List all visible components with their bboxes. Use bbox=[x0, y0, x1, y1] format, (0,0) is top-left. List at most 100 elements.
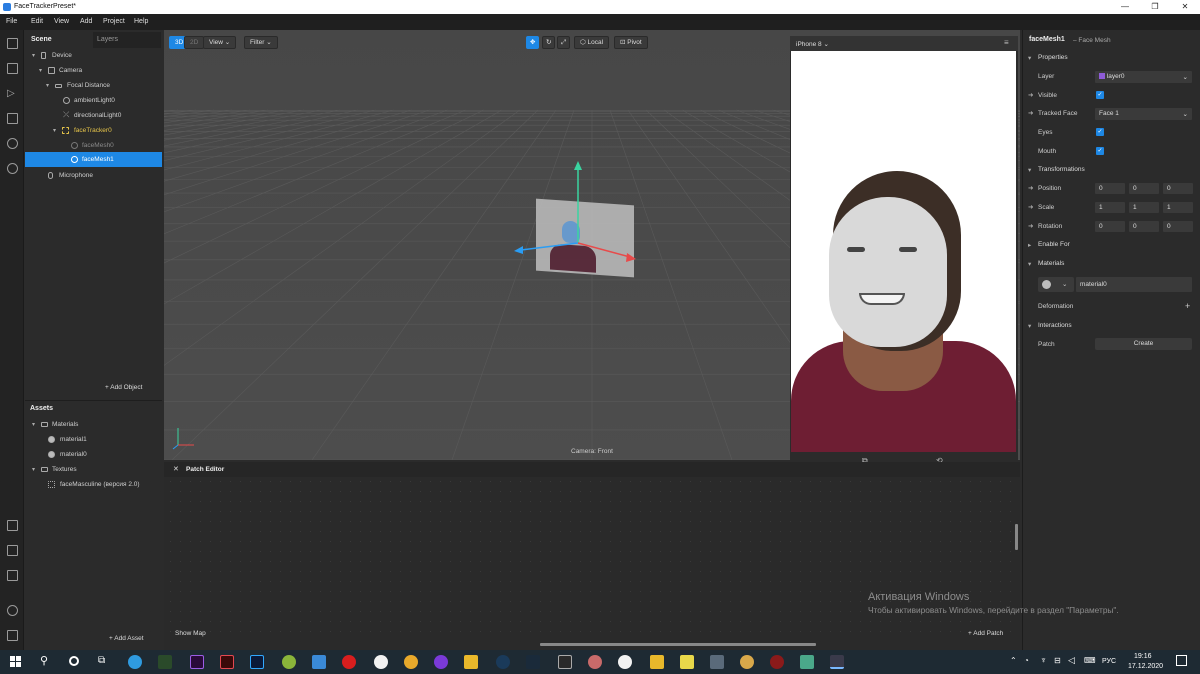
scale-z-input[interactable]: 1 bbox=[1163, 202, 1193, 213]
expand-arrow-icon[interactable]: ▾ bbox=[32, 52, 35, 59]
add-object-button[interactable]: + Add Object bbox=[105, 384, 142, 391]
tree-item-face-mesh1[interactable]: faceMesh1 bbox=[25, 152, 162, 167]
tree-item-device[interactable]: ▾ Device bbox=[25, 48, 162, 63]
sticky-notes-icon[interactable] bbox=[680, 655, 694, 669]
rotation-x-input[interactable]: 0 bbox=[1095, 221, 1125, 232]
tab-layers[interactable]: Layers bbox=[93, 32, 161, 48]
ps-icon[interactable] bbox=[526, 655, 540, 669]
language-indicator[interactable]: РУС bbox=[1102, 658, 1116, 665]
expand-arrow-icon[interactable]: ▾ bbox=[39, 67, 42, 74]
visible-checkbox[interactable]: ✓ bbox=[1096, 91, 1104, 99]
preview-screen[interactable] bbox=[791, 51, 1016, 452]
language-switch-icon[interactable]: ⌨ bbox=[1084, 656, 1096, 665]
origin-icon[interactable] bbox=[588, 655, 602, 669]
menu-view[interactable]: View bbox=[54, 18, 69, 25]
expand-arrow-icon[interactable]: ▾ bbox=[46, 82, 49, 89]
tree-item-directional-light[interactable]: ⤫ directionalLight0 bbox=[25, 108, 162, 123]
transformations-section[interactable]: ▾ Transformations bbox=[1023, 161, 1200, 178]
settings-icon[interactable] bbox=[7, 605, 18, 616]
play-icon[interactable]: ▷ bbox=[7, 88, 18, 99]
steam-icon[interactable] bbox=[496, 655, 510, 669]
expand-arrow-icon[interactable]: ▾ bbox=[32, 421, 35, 428]
tracked-face-dropdown[interactable]: Face 1 ⌄ bbox=[1095, 108, 1192, 120]
export-icon[interactable] bbox=[7, 570, 18, 581]
asset-material1[interactable]: material1 bbox=[25, 432, 162, 447]
rotation-y-input[interactable]: 0 bbox=[1129, 221, 1159, 232]
horizontal-scrollbar[interactable] bbox=[540, 643, 816, 646]
tree-item-face-tracker[interactable]: ▾ faceTracker0 bbox=[25, 123, 162, 138]
expand-arrow-icon[interactable]: ▾ bbox=[53, 127, 56, 134]
calculator-icon[interactable] bbox=[710, 655, 724, 669]
add-deformation-icon[interactable]: + bbox=[1185, 301, 1190, 311]
menu-edit[interactable]: Edit bbox=[31, 18, 43, 25]
add-patch-button[interactable]: + Add Patch bbox=[968, 630, 1003, 637]
sign-in-icon[interactable] bbox=[7, 545, 18, 556]
layout-icon[interactable] bbox=[7, 38, 18, 49]
patch-editor[interactable]: ✕ Patch Editor Show Map + Add Patch bbox=[164, 462, 1020, 650]
tennis-ball-icon[interactable] bbox=[282, 655, 296, 669]
materials-section[interactable]: ▾ Materials bbox=[1023, 255, 1200, 272]
clock-time[interactable]: 19:16 bbox=[1134, 653, 1152, 660]
keyframe-icon[interactable]: ➜ bbox=[1028, 109, 1033, 117]
animate-icon[interactable] bbox=[220, 655, 234, 669]
mouth-checkbox[interactable]: ✓ bbox=[1096, 147, 1104, 155]
expand-arrow-icon[interactable]: ▾ bbox=[32, 466, 35, 473]
tree-item-camera[interactable]: ▾ Camera bbox=[25, 63, 162, 78]
chevron-up-icon[interactable]: ⌃ bbox=[1010, 656, 1017, 665]
tree-item-microphone[interactable]: Microphone bbox=[25, 168, 162, 183]
epic-games-icon[interactable] bbox=[558, 655, 572, 669]
rockstar-icon[interactable] bbox=[464, 655, 478, 669]
tree-item-focal-distance[interactable]: ▾ Focal Distance bbox=[25, 78, 162, 93]
people-icon[interactable]: ◔ bbox=[1024, 656, 1029, 665]
opera-icon[interactable] bbox=[342, 655, 356, 669]
keyframe-icon[interactable]: ➜ bbox=[1028, 222, 1033, 230]
asset-face-masculine[interactable]: faceMasculine (версия 2.0) bbox=[25, 477, 162, 492]
collapse-arrow-icon[interactable]: ▾ bbox=[1028, 166, 1031, 174]
cortana-icon[interactable] bbox=[69, 656, 79, 666]
scale-x-input[interactable]: 1 bbox=[1095, 202, 1125, 213]
material-picker[interactable]: ⌄ bbox=[1038, 277, 1074, 292]
folder-upload-icon[interactable] bbox=[7, 520, 18, 531]
create-button[interactable]: Create bbox=[1095, 338, 1192, 350]
close-icon[interactable]: ✕ bbox=[1170, 1, 1200, 13]
show-map-button[interactable]: Show Map bbox=[175, 630, 206, 637]
search-icon[interactable] bbox=[7, 163, 18, 174]
menu-icon[interactable]: ≡ bbox=[1004, 38, 1009, 47]
menu-file[interactable]: File bbox=[6, 18, 17, 25]
search-icon[interactable]: ⚲ bbox=[40, 654, 48, 667]
davinci-icon[interactable] bbox=[770, 655, 784, 669]
game-icon[interactable] bbox=[740, 655, 754, 669]
keyframe-icon[interactable]: ➜ bbox=[1028, 91, 1033, 99]
yandex-icon[interactable] bbox=[374, 655, 388, 669]
notifications-icon[interactable] bbox=[1176, 655, 1187, 666]
tab-scene[interactable]: Scene bbox=[27, 32, 56, 48]
position-x-input[interactable]: 0 bbox=[1095, 183, 1125, 194]
podcast-icon[interactable] bbox=[434, 655, 448, 669]
network-icon[interactable]: ⊟ bbox=[1054, 656, 1061, 665]
windows-start-icon[interactable] bbox=[10, 656, 21, 667]
tree-item-ambient-light[interactable]: ambientLight0 bbox=[25, 93, 162, 108]
chrome-icon[interactable] bbox=[404, 655, 418, 669]
collapse-arrow-icon[interactable]: ▾ bbox=[1028, 54, 1031, 62]
collapse-arrow-icon[interactable]: ▾ bbox=[1028, 322, 1031, 330]
interactions-section[interactable]: ▾ Interactions bbox=[1023, 317, 1200, 334]
edge-icon[interactable] bbox=[128, 655, 142, 669]
close-icon[interactable]: ✕ bbox=[173, 465, 179, 473]
clock-date[interactable]: 17.12.2020 bbox=[1128, 663, 1163, 670]
menu-help[interactable]: Help bbox=[134, 18, 148, 25]
menu-add[interactable]: Add bbox=[80, 18, 92, 25]
asset-folder-textures[interactable]: ▾ Textures bbox=[25, 462, 162, 477]
asset-folder-materials[interactable]: ▾ Materials bbox=[25, 417, 162, 432]
mail-icon[interactable] bbox=[312, 655, 326, 669]
file-explorer-icon[interactable] bbox=[650, 655, 664, 669]
refresh-icon[interactable] bbox=[7, 138, 18, 149]
menu-project[interactable]: Project bbox=[103, 18, 125, 25]
maximize-icon[interactable]: ❐ bbox=[1140, 1, 1170, 13]
premiere-icon[interactable] bbox=[190, 655, 204, 669]
position-y-input[interactable]: 0 bbox=[1129, 183, 1159, 194]
add-asset-button[interactable]: + Add Asset bbox=[109, 635, 144, 642]
layer-dropdown[interactable]: layer0 ⌄ bbox=[1095, 71, 1192, 83]
eyes-checkbox[interactable]: ✓ bbox=[1096, 128, 1104, 136]
spark-ar-icon[interactable] bbox=[830, 655, 844, 669]
keyframe-icon[interactable]: ➜ bbox=[1028, 203, 1033, 211]
